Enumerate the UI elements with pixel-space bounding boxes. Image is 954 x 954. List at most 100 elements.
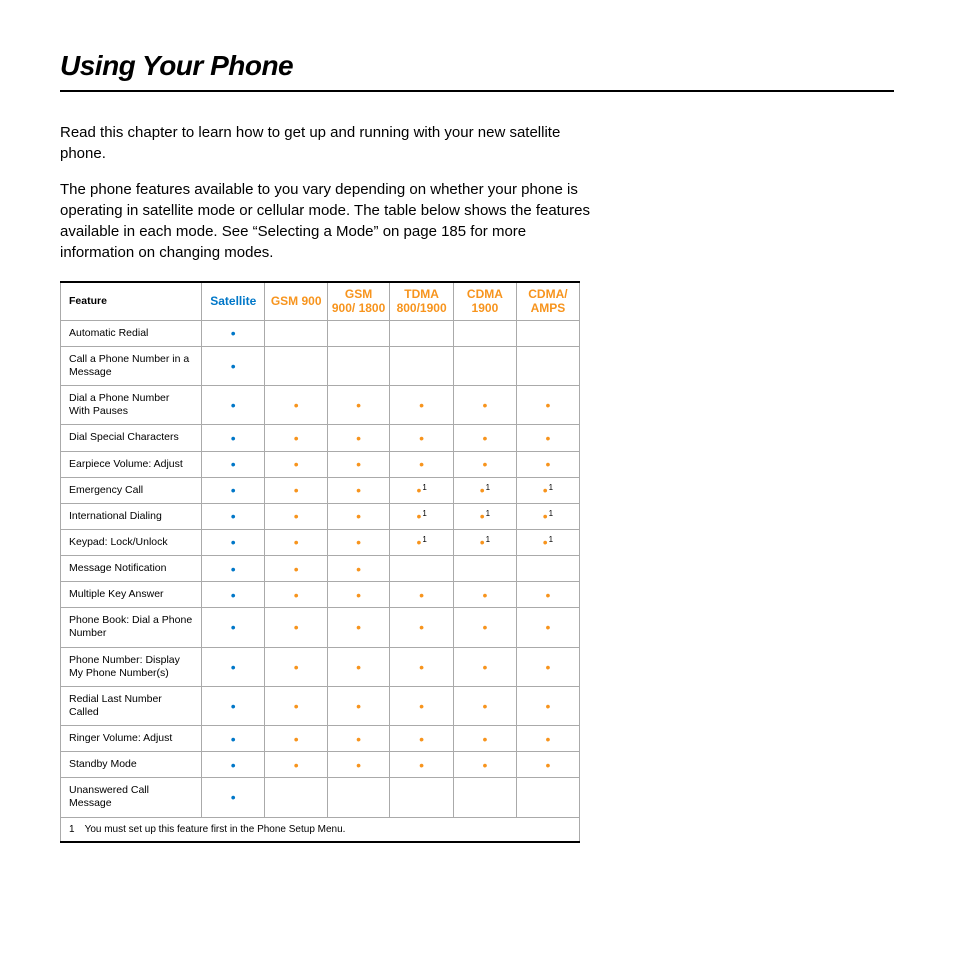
dot-blue-icon [231,791,236,805]
feature-mark [516,686,579,725]
dot-blue-icon [231,661,236,675]
dot-orange-icon [480,510,485,524]
feature-mark [202,503,265,529]
footnote-cell: 1You must set up this feature first in t… [61,817,580,842]
header-cdma-amps: CDMA/ AMPS [516,282,579,320]
feature-mark [516,726,579,752]
dot-orange-icon [545,759,550,773]
feature-mark [202,686,265,725]
feature-mark [265,320,327,346]
dot-orange-icon [294,458,299,472]
feature-mark [202,320,265,346]
feature-mark [453,556,516,582]
dot-orange-icon [480,536,485,550]
feature-mark [202,647,265,686]
feature-label: Keypad: Lock/Unlock [61,529,202,555]
feature-mark [327,647,389,686]
feature-label: Unanswered Call Message [61,778,202,817]
feature-mark [390,778,454,817]
feature-mark [516,778,579,817]
feature-label: Redial Last Number Called [61,686,202,725]
dot-orange-icon [482,621,487,635]
dot-orange-icon [545,661,550,675]
feature-label: Dial a Phone Number With Pauses [61,386,202,425]
dot-orange-icon [294,759,299,773]
dot-orange-icon [294,700,299,714]
feature-mark [202,752,265,778]
feature-mark: 1 [453,529,516,555]
footnote-text: You must set up this feature first in th… [85,824,346,835]
dot-orange-icon [294,484,299,498]
feature-label: Ringer Volume: Adjust [61,726,202,752]
dot-orange-icon [419,700,424,714]
dot-orange-icon [356,589,361,603]
feature-mark [327,529,389,555]
feature-mark [265,608,327,647]
feature-mark [265,451,327,477]
dot-orange-icon [294,536,299,550]
feature-mark [327,556,389,582]
feature-mark [202,425,265,451]
feature-mark [516,320,579,346]
footnote-ref: 1 [422,509,426,518]
title-rule [60,90,894,92]
dot-orange-icon [356,661,361,675]
footnote-ref: 1 [422,535,426,544]
dot-orange-icon [545,589,550,603]
feature-mark: 1 [453,477,516,503]
dot-orange-icon [543,510,548,524]
feature-mark [202,608,265,647]
feature-mark [202,582,265,608]
feature-mark: 1 [516,529,579,555]
dot-orange-icon [416,484,421,498]
dot-orange-icon [545,621,550,635]
dot-blue-icon [231,700,236,714]
feature-mark [390,608,454,647]
dot-orange-icon [294,399,299,413]
feature-mark [390,425,454,451]
table-row: Multiple Key Answer [61,582,580,608]
feature-mark: 1 [390,529,454,555]
header-gsm900: GSM 900 [265,282,327,320]
dot-blue-icon [231,733,236,747]
dot-orange-icon [482,661,487,675]
dot-orange-icon [294,510,299,524]
feature-mark [453,425,516,451]
feature-mark [327,503,389,529]
dot-orange-icon [419,589,424,603]
table-row: Phone Number: Display My Phone Number(s) [61,647,580,686]
dot-blue-icon [231,327,236,341]
feature-mark [265,386,327,425]
feature-mark [327,686,389,725]
dot-orange-icon [356,759,361,773]
feature-mark [390,686,454,725]
footnote-ref: 1 [549,483,553,492]
feature-label: Message Notification [61,556,202,582]
dot-orange-icon [294,661,299,675]
feature-mark [453,608,516,647]
feature-mark [327,582,389,608]
footnote-ref: 1 [549,535,553,544]
header-satellite: Satellite [202,282,265,320]
dot-orange-icon [419,621,424,635]
dot-blue-icon [231,510,236,524]
dot-orange-icon [545,432,550,446]
feature-mark [453,582,516,608]
intro-paragraph-1: Read this chapter to learn how to get up… [60,122,600,164]
feature-mark [265,582,327,608]
feature-mark [327,451,389,477]
dot-orange-icon [545,733,550,747]
dot-orange-icon [545,458,550,472]
feature-mark [265,556,327,582]
table-row: Keypad: Lock/Unlock 1 1 1 [61,529,580,555]
dot-orange-icon [294,563,299,577]
feature-mark [265,647,327,686]
feature-mark [202,477,265,503]
table-header-row: Feature Satellite GSM 900 GSM 900/ 1800 … [61,282,580,320]
dot-orange-icon [416,510,421,524]
dot-blue-icon [231,589,236,603]
feature-mark [453,451,516,477]
feature-mark [453,346,516,385]
feature-label: Automatic Redial [61,320,202,346]
feature-mark [516,556,579,582]
